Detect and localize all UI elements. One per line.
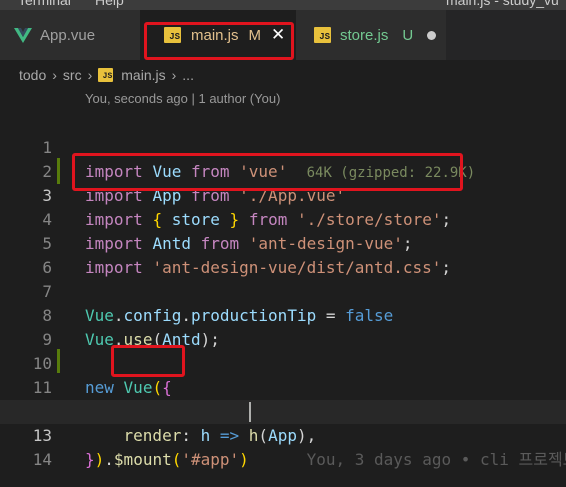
code-line[interactable]: 6	[0, 232, 566, 277]
breadcrumb-item-main-js[interactable]: main.js	[121, 67, 165, 83]
code-line[interactable]: 14	[0, 424, 566, 469]
chevron-right-icon: ›	[171, 67, 177, 83]
breadcrumb-item-src[interactable]: src	[63, 67, 82, 83]
js-file-icon: JS	[314, 27, 331, 43]
code-line-current[interactable]: 13 }).$mount('#app') You, 3 days ago • c…	[0, 400, 566, 469]
tab-label: store.js	[340, 26, 389, 44]
line-number: 14	[32, 450, 52, 469]
window-title: main.js - study_vu	[446, 0, 559, 8]
code-line[interactable]: 9	[0, 304, 566, 349]
js-file-icon: JS	[98, 68, 114, 82]
menu-terminal[interactable]: Terminal	[18, 0, 71, 8]
breadcrumb-item-symbols[interactable]: ...	[182, 67, 194, 83]
chevron-right-icon: ›	[87, 67, 93, 83]
highlight-box-tab	[144, 22, 294, 60]
menu-help[interactable]: Help	[95, 0, 124, 8]
breadcrumb: todo › src › JS main.js › ...	[0, 60, 566, 90]
chevron-right-icon: ›	[52, 67, 57, 83]
tab-app-vue[interactable]: App.vue	[0, 10, 140, 60]
code-line[interactable]: 5 import 'ant-design-vue/dist/antd.css';	[0, 208, 566, 277]
git-blame-annotation: You, 3 days ago • cli 프로젝트	[306, 450, 566, 469]
code-line[interactable]: 12 render: h => h(App),	[0, 376, 566, 445]
code-line[interactable]: 7 Vue.config.productionTip = false	[0, 256, 566, 325]
code-line[interactable]: 1 import Vue from 'vue' 64K (gzipped: 22…	[0, 112, 566, 181]
highlight-box-import-store	[72, 153, 463, 191]
vue-icon	[14, 28, 32, 43]
breadcrumb-item-todo[interactable]: todo	[19, 67, 46, 83]
text-cursor	[249, 402, 251, 422]
unsaved-dot-icon[interactable]	[427, 30, 437, 40]
code-line[interactable]: 10 new Vue({	[0, 328, 566, 397]
highlight-box-store-option	[111, 345, 185, 377]
tab-label: App.vue	[40, 26, 96, 44]
editor-tab-bar: App.vue JS main.js M ✕ JS store.js U	[0, 10, 566, 60]
menu-bar: Terminal Help main.js - study_vu	[0, 0, 566, 10]
git-codelens[interactable]: You, seconds ago | 1 author (You)	[85, 91, 280, 106]
code-line[interactable]: 8 Vue.use(Antd);	[0, 280, 566, 349]
git-untracked-badge: U	[402, 26, 414, 44]
code-line[interactable]: 11 store,	[0, 352, 566, 421]
tab-store-js[interactable]: JS store.js U	[296, 10, 446, 60]
